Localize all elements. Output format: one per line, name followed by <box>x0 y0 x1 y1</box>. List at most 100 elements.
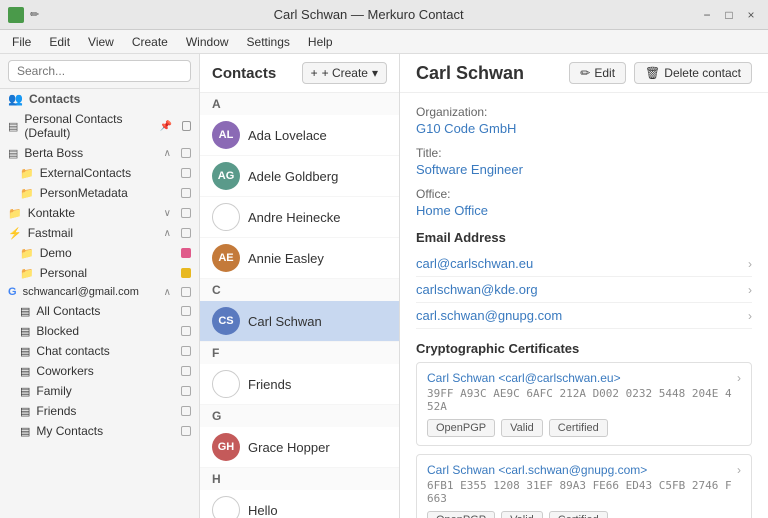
avatar-adele: AG <box>212 162 240 190</box>
email-row-0[interactable]: carl@carlschwan.eu › <box>416 251 752 277</box>
folder-icon: 📁 <box>20 167 34 180</box>
alpha-f: F <box>200 342 399 364</box>
app-icon <box>8 7 24 23</box>
avatar-grace: GH <box>212 433 240 461</box>
delete-button[interactable]: 🗑 Delete contact <box>634 62 752 84</box>
edit-button[interactable]: ✏ Edit <box>569 62 626 84</box>
family-dot <box>181 386 191 396</box>
contact-andre-heinecke[interactable]: Andre Heinecke <box>200 197 399 238</box>
contacts-title: Contacts <box>212 65 276 82</box>
menu-create[interactable]: Create <box>124 33 176 51</box>
cert-block-inner-0: Carl Schwan <carl@carlschwan.eu> 39FF A9… <box>427 371 741 437</box>
menu-view[interactable]: View <box>80 33 122 51</box>
sidebar-item-fastmail[interactable]: ⚡ Fastmail ∧ <box>0 223 199 243</box>
menu-edit[interactable]: Edit <box>41 33 78 51</box>
contact-name-hello: Hello <box>248 503 278 518</box>
contact-carl-schwan[interactable]: CS Carl Schwan <box>200 301 399 342</box>
cert-name-0: Carl Schwan <carl@carlschwan.eu> <box>427 371 737 385</box>
sidebar-item-my-contacts[interactable]: ▤ My Contacts <box>0 421 199 441</box>
coworkers-dot <box>181 366 191 376</box>
menu-settings[interactable]: Settings <box>239 33 298 51</box>
sidebar-item-friends[interactable]: ▤ Friends <box>0 401 199 421</box>
titlebar-left: ✏ <box>8 7 39 23</box>
cert-badge-valid-0[interactable]: Valid <box>501 419 543 437</box>
avatar-ada: AL <box>212 121 240 149</box>
sidebar-item-contacts[interactable]: 👥 Contacts <box>0 89 199 109</box>
contact-friends[interactable]: Friends <box>200 364 399 405</box>
cert-badge-valid-1[interactable]: Valid <box>501 511 543 518</box>
contact-name-carl: Carl Schwan <box>248 314 322 329</box>
organization-value: G10 Code GmbH <box>416 121 752 136</box>
demo-icon: 📁 <box>20 247 34 260</box>
avatar-friends <box>212 370 240 398</box>
plus-icon: + <box>311 66 318 80</box>
contact-annie-easley[interactable]: AE Annie Easley <box>200 238 399 279</box>
sidebar-item-kontakte[interactable]: 📁 Kontakte ∨ <box>0 203 199 223</box>
pin-icon: 📌 <box>160 121 172 132</box>
google-icon: G <box>8 286 17 298</box>
field-office: Office: Home Office <box>416 187 752 218</box>
title-value: Software Engineer <box>416 162 752 177</box>
cert-badge-openpgp-1[interactable]: OpenPGP <box>427 511 495 518</box>
sidebar-item-external-contacts[interactable]: 📁 ExternalContacts <box>0 163 199 183</box>
sidebar-item-personal-contacts[interactable]: ▤ Personal Contacts (Default) 📌 <box>0 109 199 143</box>
sidebar-item-all-contacts[interactable]: ▤ All Contacts <box>0 301 199 321</box>
cert-section-title: Cryptographic Certificates <box>416 341 752 356</box>
cert-content-1: Carl Schwan <carl.schwan@gnupg.com> 6FB1… <box>427 463 737 518</box>
sidebar-item-person-metadata[interactable]: 📁 PersonMetadata <box>0 183 199 203</box>
contact-adele-goldberg[interactable]: AG Adele Goldberg <box>200 156 399 197</box>
contact-grace-hopper[interactable]: GH Grace Hopper <box>200 427 399 468</box>
contact-name-grace: Grace Hopper <box>248 440 330 455</box>
sidebar-item-blocked[interactable]: ▤ Blocked <box>0 321 199 341</box>
alpha-c: C <box>200 279 399 301</box>
sidebar-item-gmail[interactable]: G schwancarl@gmail.com ∧ <box>0 283 199 301</box>
detail-actions: ✏ Edit 🗑 Delete contact <box>569 62 752 84</box>
contact-name-adele: Adele Goldberg <box>248 169 338 184</box>
contact-hello[interactable]: Hello <box>200 490 399 518</box>
maximize-button[interactable]: □ <box>720 8 738 22</box>
menu-file[interactable]: File <box>4 33 39 51</box>
expand-icon: ∧ <box>164 148 171 159</box>
email-row-1[interactable]: carlschwan@kde.org › <box>416 277 752 303</box>
sidebar-list: 👥 Contacts ▤ Personal Contacts (Default)… <box>0 89 199 518</box>
kontakte-dot <box>181 208 191 218</box>
kontakte-icon: 📁 <box>8 207 22 220</box>
contacts-header: Contacts + + Create ▾ <box>200 54 399 93</box>
contact-ada-lovelace[interactable]: AL Ada Lovelace <box>200 115 399 156</box>
cert-badge-certified-1[interactable]: Certified <box>549 511 608 518</box>
search-input[interactable] <box>8 60 191 82</box>
sidebar-item-personal[interactable]: 📁 Personal <box>0 263 199 283</box>
friends-dot <box>181 406 191 416</box>
cert-badges-0: OpenPGP Valid Certified <box>427 419 737 437</box>
personal-dot <box>181 268 191 278</box>
fastmail-dot <box>181 228 191 238</box>
sidebar-item-family[interactable]: ▤ Family <box>0 381 199 401</box>
sidebar-item-berta[interactable]: ▤ Berta Boss ∧ <box>0 143 199 163</box>
external-dot <box>181 168 191 178</box>
minimize-button[interactable]: − <box>698 8 716 22</box>
menubar: File Edit View Create Window Settings He… <box>0 30 768 54</box>
sidebar-item-chat[interactable]: ▤ Chat contacts <box>0 341 199 361</box>
cert-block-0: Carl Schwan <carl@carlschwan.eu> 39FF A9… <box>416 362 752 446</box>
sidebar-item-coworkers[interactable]: ▤ Coworkers <box>0 361 199 381</box>
fastmail-icon: ⚡ <box>8 227 22 240</box>
chat-icon: ▤ <box>20 345 30 358</box>
menu-window[interactable]: Window <box>178 33 237 51</box>
email-row-2[interactable]: carl.schwan@gnupg.com › <box>416 303 752 329</box>
field-title: Title: Software Engineer <box>416 146 752 177</box>
avatar-carl: CS <box>212 307 240 335</box>
create-chevron-icon: ▾ <box>372 66 378 80</box>
all-dot <box>181 306 191 316</box>
cert-badge-openpgp-0[interactable]: OpenPGP <box>427 419 495 437</box>
fastmail-expand: ∧ <box>164 228 171 239</box>
cert-badge-certified-0[interactable]: Certified <box>549 419 608 437</box>
create-button[interactable]: + + Create ▾ <box>302 62 387 84</box>
close-button[interactable]: × <box>742 8 760 22</box>
menu-help[interactable]: Help <box>300 33 341 51</box>
detail-name: Carl Schwan <box>416 63 524 84</box>
avatar-andre <box>212 203 240 231</box>
contacts-icon: 👥 <box>8 92 23 106</box>
sidebar-item-demo[interactable]: 📁 Demo <box>0 243 199 263</box>
titlebar: ✏ Carl Schwan — Merkuro Contact − □ × <box>0 0 768 30</box>
titlebar-controls: − □ × <box>698 8 760 22</box>
